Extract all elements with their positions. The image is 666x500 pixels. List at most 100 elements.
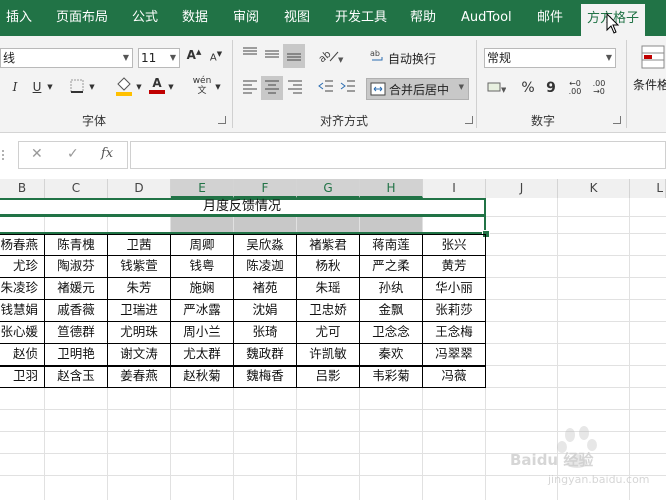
table-cell[interactable]: 王念梅 [423, 322, 485, 342]
increase-decimal-icon[interactable]: ←0.00 [566, 80, 584, 98]
formula-input[interactable] [130, 141, 666, 169]
alignment-dialog-launcher-icon[interactable] [465, 116, 473, 124]
align-center-icon[interactable] [261, 76, 283, 100]
decrease-font-icon[interactable]: A▼ [208, 50, 224, 68]
conditional-formatting-icon[interactable] [640, 44, 666, 70]
fill-color-icon[interactable] [114, 76, 134, 98]
column-header-d[interactable]: D [108, 179, 171, 198]
table-cell[interactable]: 孙纨 [360, 278, 422, 298]
column-header-c[interactable]: C [45, 179, 108, 198]
borders-icon[interactable] [68, 78, 86, 98]
table-cell[interactable]: 沈娟 [234, 300, 296, 320]
table-cell[interactable]: 赵含玉 [45, 366, 107, 386]
table-cell[interactable]: 尤珍 [0, 256, 44, 276]
tab-page-layout[interactable]: 页面布局 [56, 0, 108, 36]
table-cell[interactable]: 张琦 [234, 322, 296, 342]
column-header-b[interactable]: B [0, 179, 45, 198]
percent-style-button[interactable]: % [520, 80, 536, 98]
table-cell[interactable]: 施娴 [171, 278, 233, 298]
table-cell[interactable]: 冯薇 [423, 366, 485, 386]
table-cell[interactable]: 韦彩菊 [360, 366, 422, 386]
table-cell[interactable]: 许凯敏 [297, 344, 359, 364]
column-header-g[interactable]: G [297, 179, 360, 198]
table-cell[interactable]: 卫念念 [360, 322, 422, 342]
table-cell[interactable]: 魏梅香 [234, 366, 296, 386]
chevron-down-icon[interactable]: ▼ [135, 83, 143, 91]
insert-function-icon[interactable]: fx [101, 146, 113, 161]
font-size-combo[interactable]: 11 ▼ [138, 48, 180, 68]
enter-icon[interactable]: ✓ [67, 146, 79, 162]
tab-data[interactable]: 数据 [182, 0, 208, 36]
tab-review[interactable]: 审阅 [233, 0, 259, 36]
table-cell[interactable]: 笪德群 [45, 322, 107, 342]
table-cell[interactable]: 魏政群 [234, 344, 296, 364]
font-dialog-launcher-icon[interactable] [218, 116, 226, 124]
table-cell[interactable]: 赵侦 [0, 344, 44, 364]
table-cell[interactable]: 蒋南莲 [360, 235, 422, 255]
table-cell[interactable]: 尤可 [297, 322, 359, 342]
number-dialog-launcher-icon[interactable] [613, 116, 621, 124]
increase-indent-icon[interactable] [338, 78, 358, 98]
table-cell[interactable]: 陈凌迦 [234, 256, 296, 276]
align-bottom-icon[interactable] [283, 44, 305, 68]
font-name-combo[interactable]: 线 ▼ [0, 48, 133, 68]
table-cell[interactable]: 杨春燕 [0, 235, 44, 255]
column-header-j[interactable]: J [486, 179, 558, 198]
chevron-down-icon[interactable]: ▼ [46, 83, 54, 91]
column-header-k[interactable]: K [558, 179, 630, 198]
table-cell[interactable]: 朱凌珍 [0, 278, 44, 298]
table-cell[interactable]: 黄芳 [423, 256, 485, 276]
table-cell[interactable]: 褚苑 [234, 278, 296, 298]
table-cell[interactable]: 朱芳 [108, 278, 170, 298]
table-cell[interactable]: 金飘 [360, 300, 422, 320]
table-cell[interactable]: 褚紫君 [297, 235, 359, 255]
align-right-icon[interactable] [285, 78, 305, 98]
chevron-down-icon[interactable]: ▼ [88, 83, 96, 91]
table-cell[interactable]: 冯翠翠 [423, 344, 485, 364]
table-cell[interactable]: 谢文涛 [108, 344, 170, 364]
table-cell[interactable]: 陶淑芬 [45, 256, 107, 276]
orientation-icon[interactable]: ab ▼ [316, 46, 344, 66]
table-cell[interactable]: 严之柔 [360, 256, 422, 276]
phonetic-icon[interactable]: wén 文 [190, 76, 214, 98]
wrap-text-label[interactable]: 自动换行 [388, 50, 436, 67]
table-cell[interactable]: 赵秋菊 [171, 366, 233, 386]
align-top-icon[interactable] [240, 46, 260, 66]
merge-center-button[interactable]: 合并后居中 ▼ [366, 78, 469, 100]
table-cell[interactable]: 杨秋 [297, 256, 359, 276]
tab-help[interactable]: 帮助 [410, 0, 436, 36]
table-cell[interactable]: 周小兰 [171, 322, 233, 342]
decrease-indent-icon[interactable] [316, 78, 336, 98]
table-cell[interactable]: 姜春燕 [108, 366, 170, 386]
table-cell[interactable]: 褚媛元 [45, 278, 107, 298]
table-cell[interactable]: 卫茜 [108, 235, 170, 255]
table-cell[interactable]: 陈青槐 [45, 235, 107, 255]
chevron-down-icon[interactable]: ▼ [214, 83, 222, 91]
tab-developer[interactable]: 开发工具 [335, 0, 387, 36]
comma-style-button[interactable]: 9 [544, 80, 558, 98]
italic-button[interactable]: I [9, 80, 21, 98]
column-header-i[interactable]: I [423, 179, 486, 198]
table-cell[interactable]: 周卿 [171, 235, 233, 255]
merged-title-cell[interactable]: 月度反馈情况 [0, 198, 486, 216]
table-cell[interactable]: 吴欣淼 [234, 235, 296, 255]
table-cell[interactable]: 张莉莎 [423, 300, 485, 320]
tab-view[interactable]: 视图 [284, 0, 310, 36]
font-color-icon[interactable]: A [148, 76, 166, 98]
wrap-text-icon[interactable]: ab [370, 48, 386, 66]
increase-font-icon[interactable]: A▲ [186, 48, 202, 66]
table-cell[interactable]: 朱瑶 [297, 278, 359, 298]
table-cell[interactable]: 卫羽 [0, 366, 44, 386]
table-cell[interactable]: 尤明珠 [108, 322, 170, 342]
table-cell[interactable]: 钱粤 [171, 256, 233, 276]
underline-button[interactable]: U [30, 80, 44, 98]
table-cell[interactable]: 卫明艳 [45, 344, 107, 364]
column-header-l[interactable]: L [630, 179, 666, 198]
cancel-icon[interactable]: ✕ [31, 146, 43, 162]
chevron-down-icon[interactable]: ▼ [167, 83, 175, 91]
decrease-decimal-icon[interactable]: .00 →0 [590, 80, 608, 98]
align-middle-icon[interactable] [262, 46, 282, 66]
tab-insert[interactable]: 插入 [6, 0, 32, 36]
table-cell[interactable]: 戚香薇 [45, 300, 107, 320]
table-cell[interactable]: 吕影 [297, 366, 359, 386]
